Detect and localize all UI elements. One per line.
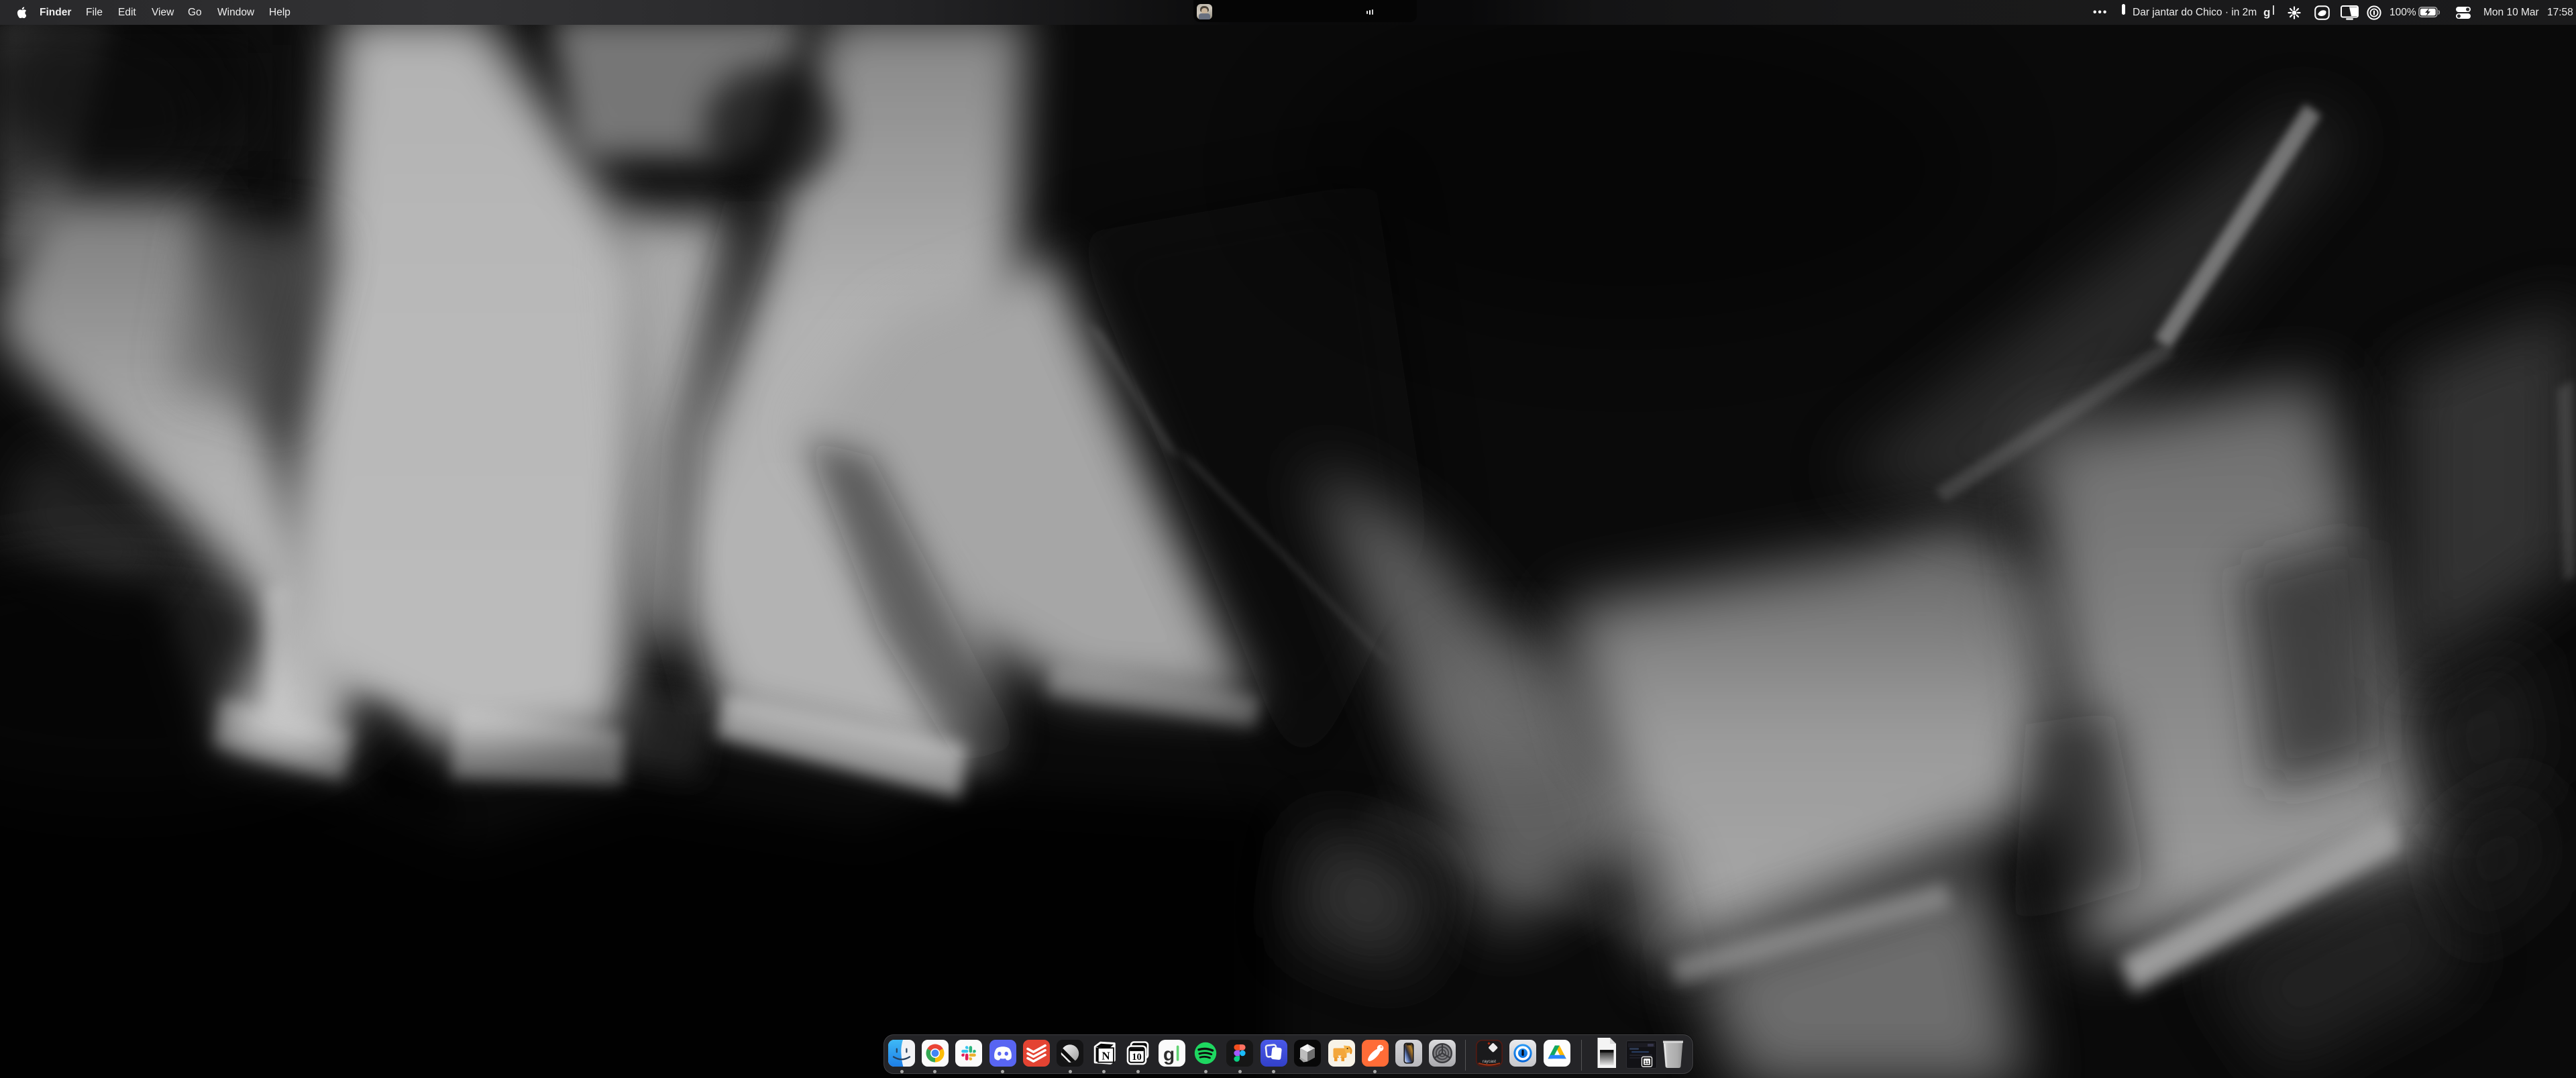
svg-text:N: N: [1102, 1050, 1110, 1063]
svg-text:raycast: raycast: [1483, 1059, 1496, 1064]
svg-text:10: 10: [1132, 1052, 1142, 1063]
svg-text:11: 11: [1644, 1059, 1650, 1065]
svg-text:g: g: [1163, 1044, 1175, 1065]
